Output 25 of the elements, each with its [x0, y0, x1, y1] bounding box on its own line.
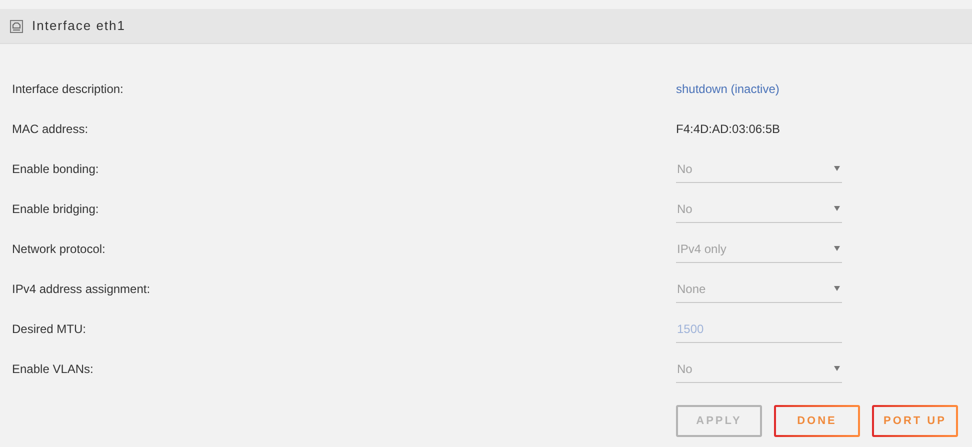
field-label: Interface description:	[11, 81, 124, 98]
dropdown-caret-icon	[834, 286, 840, 291]
field-label: Network protocol:	[11, 241, 106, 258]
select-field[interactable]: None	[676, 275, 842, 303]
network-port-icon	[10, 20, 23, 32]
field-label: Enable VLANs:	[11, 361, 94, 378]
dropdown-caret-icon	[834, 166, 840, 171]
field-label: MAC address:	[11, 121, 90, 138]
dropdown-caret-icon	[834, 206, 840, 211]
description-link[interactable]: shutdown (inactive)	[676, 80, 780, 98]
dropdown-caret-icon	[834, 246, 840, 251]
action-button[interactable]: PORT UP	[872, 405, 958, 437]
select-field[interactable]: No	[676, 195, 842, 223]
field-label: IPv4 address assignment:	[11, 281, 152, 298]
select-field[interactable]: No	[676, 155, 842, 183]
field-label: Desired MTU:	[11, 321, 88, 338]
field-label: Enable bonding:	[11, 161, 100, 178]
dropdown-caret-icon	[834, 366, 840, 371]
select-field[interactable]: No	[676, 355, 842, 383]
mac-address-value: F4:4D:AD:03:06:5B	[676, 121, 780, 138]
field-label: Enable bridging:	[11, 201, 100, 218]
action-button[interactable]: DONE	[774, 405, 860, 437]
mtu-input-field[interactable]: 1500	[676, 315, 842, 343]
select-field[interactable]: IPv4 only	[676, 235, 842, 263]
panel-title: Interface eth1	[32, 17, 126, 36]
